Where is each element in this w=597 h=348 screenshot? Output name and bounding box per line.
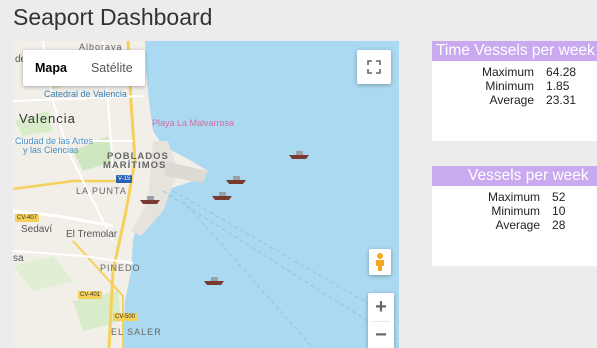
- vessels-per-week-header: Vessels per week: [432, 166, 597, 186]
- map-type-satelite-button[interactable]: Satélite: [79, 50, 145, 86]
- stat-row: Minimum 10: [484, 204, 569, 218]
- map-land: [13, 41, 399, 348]
- page-title: Seaport Dashboard: [13, 4, 213, 30]
- stat-label: Minimum: [485, 79, 535, 93]
- time-vessels-stats: Maximum 64.28 Minimum 1.85 Average 23.31: [478, 65, 580, 107]
- map-label-pinedo: PINEDO: [100, 263, 141, 273]
- pegman-icon: [376, 253, 384, 271]
- map-label-el-tremolar: El Tremolar: [66, 229, 118, 240]
- zoom-in-button[interactable]: +: [368, 294, 394, 321]
- vessels-per-week-panel: Vessels per week Maximum 52 Minimum 10 Ave…: [432, 166, 597, 266]
- stat-label: Average: [495, 218, 541, 232]
- map-label-playa: Playa La Malvarrosa: [152, 118, 235, 128]
- fullscreen-icon: [367, 60, 381, 74]
- stat-value: 10: [552, 204, 566, 218]
- fullscreen-button[interactable]: [357, 50, 391, 84]
- road-shield-cv401: CV-401: [78, 291, 103, 299]
- stat-row: Average 28: [484, 218, 569, 232]
- stat-row: Average 23.31: [478, 93, 580, 107]
- map-label-catedral: Catedral de Valencia: [44, 89, 127, 99]
- map-type-control: Mapa Satélite: [23, 50, 145, 86]
- stat-label: Minimum: [491, 204, 541, 218]
- vessel-marker[interactable]: [288, 150, 310, 160]
- stat-value: 1.85: [546, 79, 570, 93]
- map-label-valencia: Valencia: [19, 111, 76, 126]
- map-label-sa: sa: [13, 253, 24, 264]
- zoom-out-button[interactable]: −: [368, 322, 394, 348]
- road-shield-cv407: CV-407: [15, 214, 40, 222]
- map-label-poblados-2: MARÍTIMOS: [103, 160, 167, 171]
- stat-value: 23.31: [546, 93, 577, 107]
- stat-value: 64.28: [546, 65, 577, 79]
- stat-label: Maximum: [482, 65, 535, 79]
- vessel-map[interactable]: Alboraya de Catedral de Valencia Valenci…: [13, 41, 399, 348]
- vessel-marker[interactable]: [203, 276, 225, 286]
- vessel-marker[interactable]: [139, 195, 161, 205]
- road-shield-v15: V-15: [116, 175, 133, 183]
- map-label-el-saler: EL SALER: [111, 327, 162, 337]
- map-label-sedavi: Sedaví: [21, 224, 53, 235]
- vessel-marker[interactable]: [211, 191, 233, 201]
- street-view-button[interactable]: [369, 249, 391, 275]
- stat-label: Average: [489, 93, 535, 107]
- stat-row: Maximum 64.28: [478, 65, 580, 79]
- time-vessels-header: Time Vessels per week: [432, 41, 597, 61]
- stat-row: Maximum 52: [484, 190, 569, 204]
- stat-value: 28: [552, 218, 566, 232]
- stat-value: 52: [552, 190, 566, 204]
- stat-row: Minimum 1.85: [478, 79, 580, 93]
- zoom-control: + −: [368, 293, 394, 348]
- stat-label: Maximum: [488, 190, 541, 204]
- map-type-mapa-button[interactable]: Mapa: [23, 50, 79, 86]
- road-shield-cv500: CV-500: [113, 313, 138, 321]
- map-label-ciudad-artes-2: y las Ciencias: [23, 145, 79, 155]
- map-label-la-punta: LA PUNTA: [76, 186, 127, 196]
- vessels-per-week-stats: Maximum 52 Minimum 10 Average 28: [484, 190, 569, 232]
- time-vessels-panel: Time Vessels per week Maximum 64.28 Minim…: [432, 41, 597, 141]
- vessel-marker[interactable]: [225, 175, 247, 185]
